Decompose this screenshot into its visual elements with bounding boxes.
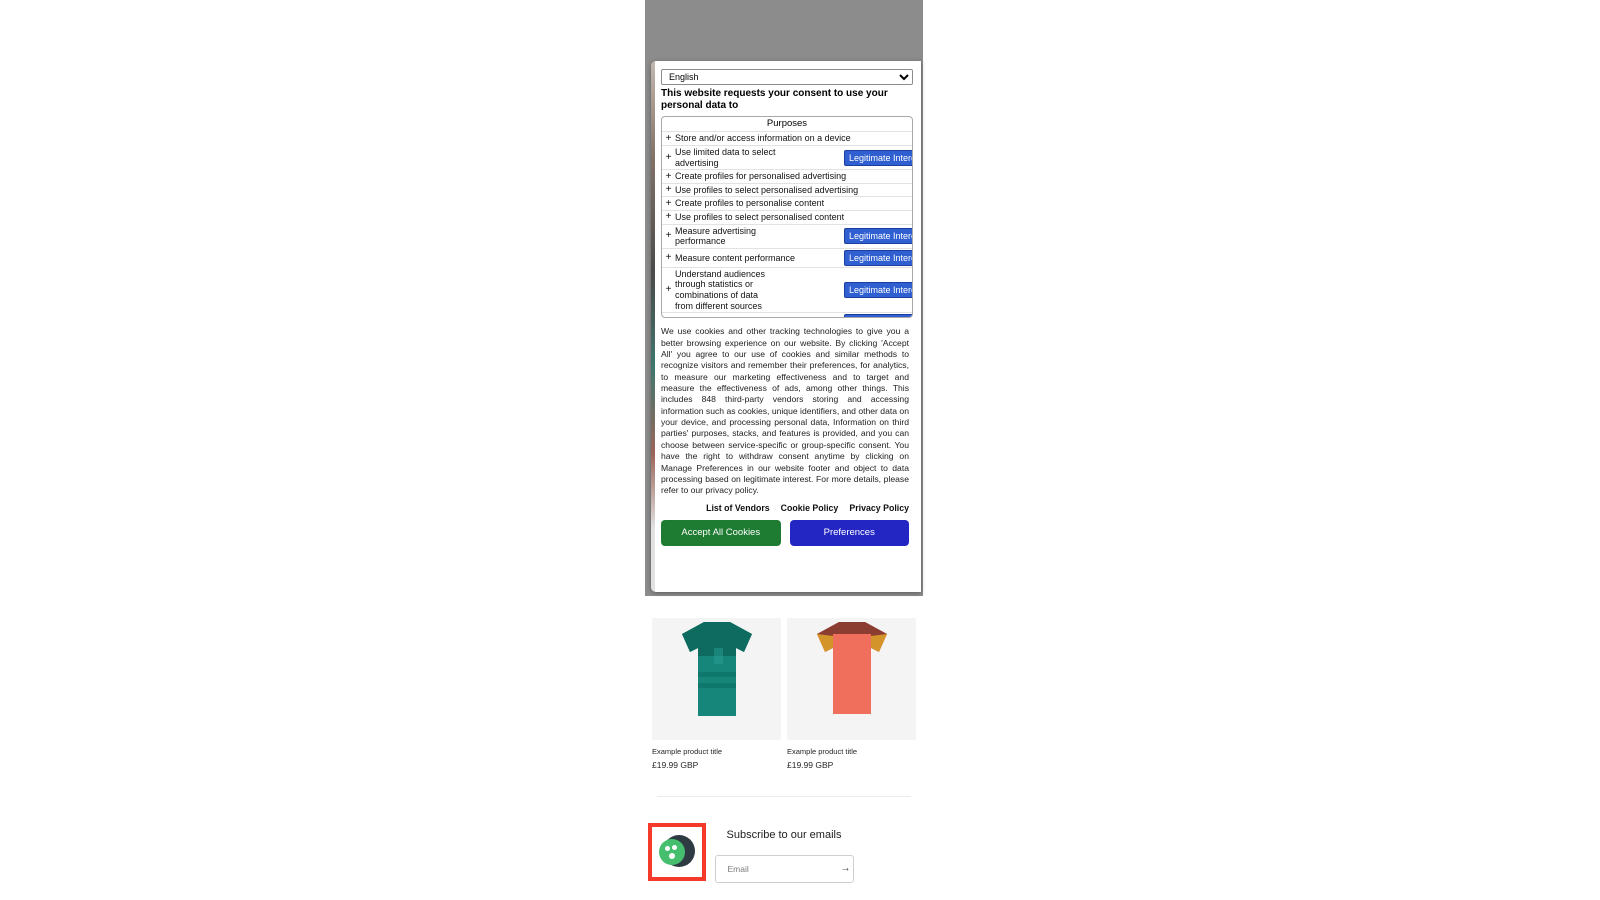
expand-icon[interactable]: + [662, 285, 675, 295]
consent-dialog: English This website requests your conse… [651, 61, 921, 592]
legitimate-interest-button[interactable]: Legitimate Interest [843, 249, 912, 266]
purposes-title: Purposes [766, 118, 808, 130]
consent-body-text: We use cookies and other tracking techno… [661, 326, 909, 496]
language-select[interactable]: English [661, 69, 913, 85]
purpose-row[interactable]: + Store and/or access information on a d… [662, 131, 912, 145]
purpose-label: Use profiles to select personalised adve… [675, 184, 859, 195]
purposes-list[interactable]: Purposes + Store and/or access informati… [661, 116, 913, 319]
expand-icon[interactable]: + [662, 317, 675, 318]
expand-icon[interactable]: + [662, 252, 675, 263]
expand-icon[interactable]: + [662, 152, 675, 163]
cookie-settings-widget[interactable] [648, 823, 706, 881]
legitimate-interest-button[interactable]: Legitimate Interest [843, 228, 912, 245]
product-grid: Example product title £19.99 GBP Example… [645, 618, 923, 770]
purpose-row[interactable]: + Use profiles to select personalised ad… [662, 182, 912, 197]
purpose-row[interactable]: + Measure advertising performance Legiti… [662, 223, 912, 248]
expand-icon[interactable]: + [662, 133, 675, 144]
arrow-right-icon[interactable]: → [841, 864, 851, 874]
privacy-policy-link[interactable]: Privacy Policy [849, 503, 909, 513]
product-price: £19.99 GBP [652, 760, 699, 770]
consent-heading: This website requests your consent to us… [661, 88, 888, 112]
purpose-row[interactable]: + Use profiles to select personalised co… [662, 210, 912, 224]
product-card[interactable]: Example product title £19.99 GBP [787, 618, 916, 770]
product-card[interactable]: Example product title £19.99 GBP [652, 618, 781, 770]
purpose-label: Measure content performance [675, 252, 796, 263]
list-of-vendors-link[interactable]: List of Vendors [706, 503, 770, 513]
email-field[interactable] [725, 863, 841, 875]
product-price: £19.99 GBP [787, 760, 834, 770]
purpose-label: Use limited data to select advertising [675, 146, 776, 168]
legitimate-interest-button[interactable]: Legitimate Interest [843, 314, 912, 318]
purpose-label: Develop and improve [675, 317, 808, 318]
purpose-row[interactable]: + Create profiles to personalise content [662, 196, 912, 210]
expand-icon[interactable]: + [662, 198, 675, 209]
purpose-label: Measure advertising performance [675, 225, 757, 247]
purpose-row[interactable]: + Use limited data to select advertising… [662, 144, 912, 169]
product-title: Example product title [652, 747, 723, 756]
purpose-label: Create profiles for personalised adverti… [675, 171, 847, 182]
purpose-label: Use profiles to select personalised cont… [675, 212, 845, 223]
cookie-policy-link[interactable]: Cookie Policy [781, 503, 839, 513]
policy-links: List of Vendors Cookie Policy Privacy Po… [661, 503, 913, 513]
purpose-row[interactable]: + Measure content performance Legitimate… [662, 247, 912, 267]
tshirt-illustration [816, 622, 887, 714]
email-input-wrapper[interactable]: → [714, 855, 854, 883]
consent-actions: Accept All Cookies Preferences [661, 519, 913, 546]
cookie-icon[interactable] [659, 834, 695, 870]
legitimate-interest-button[interactable]: Legitimate Interest [843, 282, 912, 299]
expand-icon[interactable]: + [662, 212, 675, 222]
expand-icon[interactable]: + [662, 231, 675, 241]
product-title: Example product title [787, 747, 858, 756]
purpose-label: Store and/or access information on a dev… [675, 133, 851, 144]
expand-icon[interactable]: + [662, 185, 675, 195]
preferences-button[interactable]: Preferences [789, 519, 909, 546]
tshirt-illustration [681, 622, 752, 716]
purpose-row[interactable]: + Understand audiences through statistic… [662, 266, 912, 312]
cookie-icon-face [659, 839, 685, 865]
purpose-label: Create profiles to personalise content [675, 198, 825, 209]
dialog-left-edge [651, 61, 655, 592]
accept-all-cookies-button[interactable]: Accept All Cookies [661, 519, 781, 546]
purpose-label: Understand audiences through statistics … [675, 268, 766, 311]
product-image [652, 618, 781, 740]
purpose-row[interactable]: + Develop and improve Legitimate Interes… [662, 312, 912, 318]
product-image [787, 618, 916, 740]
expand-icon[interactable]: + [662, 171, 675, 182]
legitimate-interest-button[interactable]: Legitimate Interest [843, 149, 912, 166]
purpose-row[interactable]: + Create profiles for personalised adver… [662, 169, 912, 183]
